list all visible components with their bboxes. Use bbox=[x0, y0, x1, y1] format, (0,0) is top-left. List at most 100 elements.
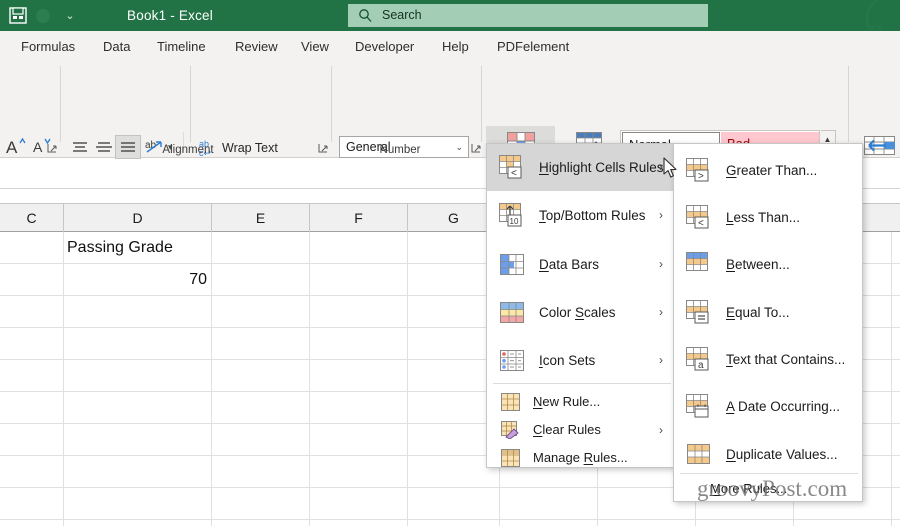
menu-item-label: Highlight Cells Rules bbox=[539, 160, 664, 175]
title-bar: ⌄ Book1 - Excel Search 2 bbox=[0, 0, 900, 49]
mouse-pointer-arrow bbox=[663, 157, 679, 179]
menu-item-equal-to[interactable]: Equal To... bbox=[674, 289, 862, 336]
chevron-right-icon: › bbox=[659, 208, 663, 222]
column-header-e[interactable]: E bbox=[212, 204, 310, 232]
highlight-cells-rules-submenu: > Greater Than... < Less Than... Between… bbox=[673, 143, 863, 502]
column-header-c[interactable]: C bbox=[0, 204, 64, 232]
menu-separator bbox=[680, 473, 858, 474]
chevron-right-icon: › bbox=[659, 423, 663, 437]
accel-key: T bbox=[539, 208, 546, 223]
menu-item-label: A Date Occurring... bbox=[726, 399, 841, 414]
tab-formulas[interactable]: Formulas bbox=[14, 31, 82, 62]
number-dialog-launcher[interactable] bbox=[470, 142, 482, 154]
font-dialog-launcher[interactable] bbox=[46, 142, 58, 154]
duplicate-values-icon bbox=[686, 442, 712, 467]
menu-item-greater-than[interactable]: > Greater Than... bbox=[674, 147, 862, 194]
chevron-right-icon: › bbox=[659, 305, 663, 319]
menu-item-icon-sets[interactable]: Icon Sets › bbox=[487, 337, 675, 384]
menu-item-duplicate-values[interactable]: Duplicate Values... bbox=[674, 431, 862, 478]
top-bottom-rules-icon: 10 bbox=[499, 203, 525, 228]
clear-rules-icon bbox=[501, 421, 520, 440]
ribbon-tab-strip: Formulas Data Timeline Review View Devel… bbox=[0, 31, 900, 62]
equal-to-icon bbox=[686, 300, 712, 325]
tab-timeline[interactable]: Timeline bbox=[150, 31, 213, 62]
window-title: Book1 - Excel bbox=[127, 8, 213, 23]
menu-item-label: Less Than... bbox=[726, 210, 801, 225]
svg-text:A: A bbox=[6, 138, 18, 157]
menu-item-data-bars[interactable]: Data Bars › bbox=[487, 241, 675, 288]
column-header-f[interactable]: F bbox=[310, 204, 408, 232]
menu-item-label: Clear Rules bbox=[533, 422, 601, 437]
accel-key: N bbox=[533, 394, 543, 409]
column-header-d[interactable]: D bbox=[64, 204, 212, 232]
new-rule-icon bbox=[501, 393, 520, 411]
tab-review[interactable]: Review bbox=[228, 31, 285, 62]
svg-text:10: 10 bbox=[510, 217, 519, 226]
text-contains-icon: a bbox=[686, 347, 712, 372]
menu-item-highlight-cells-rules[interactable]: < Highlight Cells Rules › bbox=[487, 144, 675, 191]
search-icon bbox=[358, 8, 372, 22]
menu-item-color-scales[interactable]: Color Scales › bbox=[487, 289, 675, 336]
accel-key: R bbox=[583, 450, 593, 465]
grow-font-icon[interactable]: A bbox=[4, 134, 28, 158]
search-placeholder: Search bbox=[382, 8, 422, 22]
menu-item-label: Top/Bottom Rules bbox=[539, 208, 646, 223]
menu-item-new-rule[interactable]: New Rule... bbox=[487, 388, 675, 416]
menu-item-label: Manage Rules... bbox=[533, 450, 628, 465]
accel-key: C bbox=[533, 422, 543, 437]
accel-key: T bbox=[726, 352, 733, 367]
accel-key: H bbox=[539, 160, 549, 175]
menu-item-label: Color Scales bbox=[539, 305, 616, 320]
accel-key: E bbox=[726, 305, 736, 320]
menu-item-less-than[interactable]: < Less Than... bbox=[674, 194, 862, 241]
excel-window: ⌄ Book1 - Excel Search 2 Formulas Data T… bbox=[0, 0, 900, 526]
chevron-down-icon[interactable]: ⌄ bbox=[455, 137, 463, 158]
color-scales-icon bbox=[499, 300, 525, 325]
accel-key: G bbox=[726, 163, 737, 178]
menu-item-manage-rules[interactable]: Manage Rules... bbox=[487, 444, 675, 472]
chevron-right-icon: › bbox=[659, 257, 663, 271]
align-top-icon[interactable] bbox=[68, 136, 92, 158]
svg-text:>: > bbox=[698, 171, 704, 182]
tab-pdfelement[interactable]: PDFelement bbox=[490, 31, 576, 62]
tab-data[interactable]: Data bbox=[96, 31, 137, 62]
accel-key: I bbox=[539, 353, 543, 368]
menu-item-label: Between... bbox=[726, 257, 790, 272]
tab-help[interactable]: Help bbox=[435, 31, 476, 62]
menu-item-label: Text that Contains... bbox=[726, 352, 846, 367]
menu-item-text-that-contains[interactable]: a Text that Contains... bbox=[674, 336, 862, 383]
date-occurring-icon bbox=[686, 394, 712, 419]
greater-than-icon: > bbox=[686, 158, 712, 183]
cell-d-value[interactable]: 70 bbox=[67, 264, 207, 295]
menu-item-label: New Rule... bbox=[533, 394, 601, 409]
menu-item-top-bottom-rules[interactable]: 10 Top/Bottom Rules › bbox=[487, 192, 675, 239]
menu-item-label: Duplicate Values... bbox=[726, 447, 838, 462]
conditional-formatting-menu: < Highlight Cells Rules › 10 Top/Bottom … bbox=[486, 143, 676, 468]
alignment-dialog-launcher[interactable] bbox=[317, 142, 329, 154]
menu-item-label: Greater Than... bbox=[726, 163, 818, 178]
accel-key: D bbox=[726, 447, 736, 462]
align-bottom-icon[interactable] bbox=[115, 135, 141, 159]
tab-developer[interactable]: Developer bbox=[348, 31, 421, 62]
number-group-label: Number bbox=[379, 144, 421, 156]
search-box[interactable]: Search bbox=[348, 4, 708, 27]
menu-item-label: Icon Sets bbox=[539, 353, 596, 368]
menu-item-a-date-occurring[interactable]: A Date Occurring... bbox=[674, 383, 862, 430]
svg-text:<: < bbox=[698, 218, 704, 229]
data-bars-icon bbox=[499, 252, 525, 277]
svg-text:a: a bbox=[698, 360, 704, 371]
accel-key: S bbox=[575, 305, 585, 320]
align-middle-icon[interactable] bbox=[92, 136, 116, 158]
cell-d-passing-grade[interactable]: Passing Grade bbox=[67, 232, 212, 263]
highlight-cells-rules-icon: < bbox=[499, 155, 525, 180]
menu-item-clear-rules[interactable]: Clear Rules › bbox=[487, 416, 675, 444]
accel-key: L bbox=[726, 210, 734, 225]
icon-sets-icon bbox=[499, 348, 525, 373]
tab-view[interactable]: View bbox=[294, 31, 336, 62]
svg-text:A: A bbox=[33, 139, 43, 155]
menu-item-label: Equal To... bbox=[726, 305, 790, 320]
menu-item-between[interactable]: Between... bbox=[674, 241, 862, 288]
wrap-text-label[interactable]: Wrap Text bbox=[222, 141, 278, 155]
accel-key: A bbox=[726, 399, 735, 414]
alignment-group-label: Alignment bbox=[162, 144, 214, 156]
